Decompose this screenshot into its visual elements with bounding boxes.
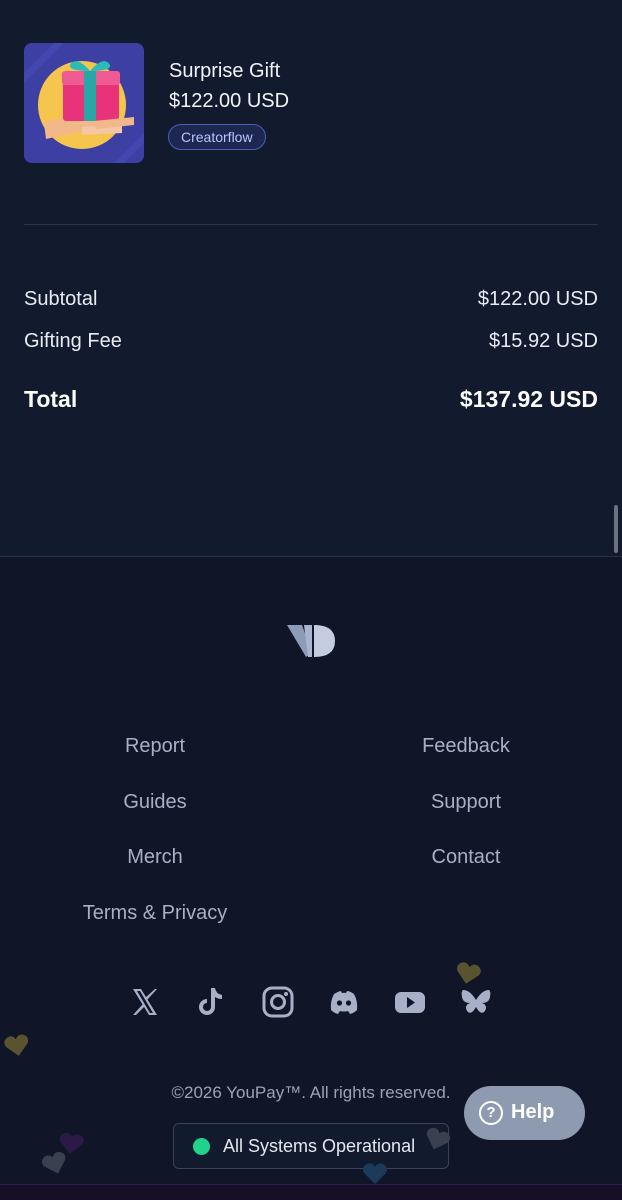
- footer-link-report[interactable]: Report: [35, 735, 275, 758]
- help-button[interactable]: ? Help: [464, 1086, 585, 1140]
- bluesky-icon[interactable]: [459, 985, 493, 1019]
- total-label: Total: [24, 386, 78, 412]
- subtotal-row: Subtotal $122.00 USD: [24, 288, 598, 311]
- order-summary: Surprise Gift $122.00 USD Creatorflow Su…: [0, 0, 622, 556]
- total-value: $137.92 USD: [459, 386, 598, 412]
- item-name: Surprise Gift: [169, 60, 281, 82]
- footer-link-feedback[interactable]: Feedback: [346, 735, 586, 758]
- product-image: [24, 43, 144, 163]
- heart-icon: [457, 962, 481, 984]
- discord-icon[interactable]: [327, 985, 361, 1019]
- status-dot-icon: [193, 1138, 210, 1155]
- fee-value: $15.92 USD: [489, 330, 598, 352]
- tiktok-icon[interactable]: [194, 985, 228, 1019]
- subtotal-value: $122.00 USD: [477, 288, 598, 310]
- footer-link-guides[interactable]: Guides: [35, 791, 275, 814]
- footer-link-contact[interactable]: Contact: [346, 846, 586, 869]
- fee-row: Gifting Fee $15.92 USD: [24, 330, 598, 353]
- help-label: Help: [511, 1101, 555, 1123]
- instagram-icon[interactable]: [261, 985, 295, 1019]
- heart-icon: [363, 1163, 387, 1184]
- subtotal-label: Subtotal: [24, 288, 98, 310]
- gift-in-hand-icon: [24, 43, 144, 163]
- x-icon[interactable]: [128, 985, 162, 1019]
- question-circle-icon: ?: [479, 1101, 503, 1125]
- creator-badge[interactable]: Creatorflow: [168, 124, 266, 150]
- bottom-bar: [0, 1184, 622, 1200]
- footer-link-support[interactable]: Support: [346, 791, 586, 814]
- heart-icon: [4, 1034, 29, 1056]
- scrollbar[interactable]: [614, 505, 618, 553]
- status-text: All Systems Operational: [223, 1136, 416, 1156]
- total-row: Total $137.92 USD: [24, 386, 598, 413]
- item-price: $122.00 USD: [169, 90, 290, 112]
- footer-link-merch[interactable]: Merch: [35, 846, 275, 869]
- youpay-logo-icon[interactable]: [286, 623, 336, 659]
- footer-link-terms[interactable]: Terms & Privacy: [35, 902, 275, 925]
- youtube-icon[interactable]: [393, 985, 427, 1019]
- fee-label: Gifting Fee: [24, 330, 122, 352]
- divider: [24, 224, 598, 225]
- status-badge[interactable]: All Systems Operational: [173, 1123, 449, 1169]
